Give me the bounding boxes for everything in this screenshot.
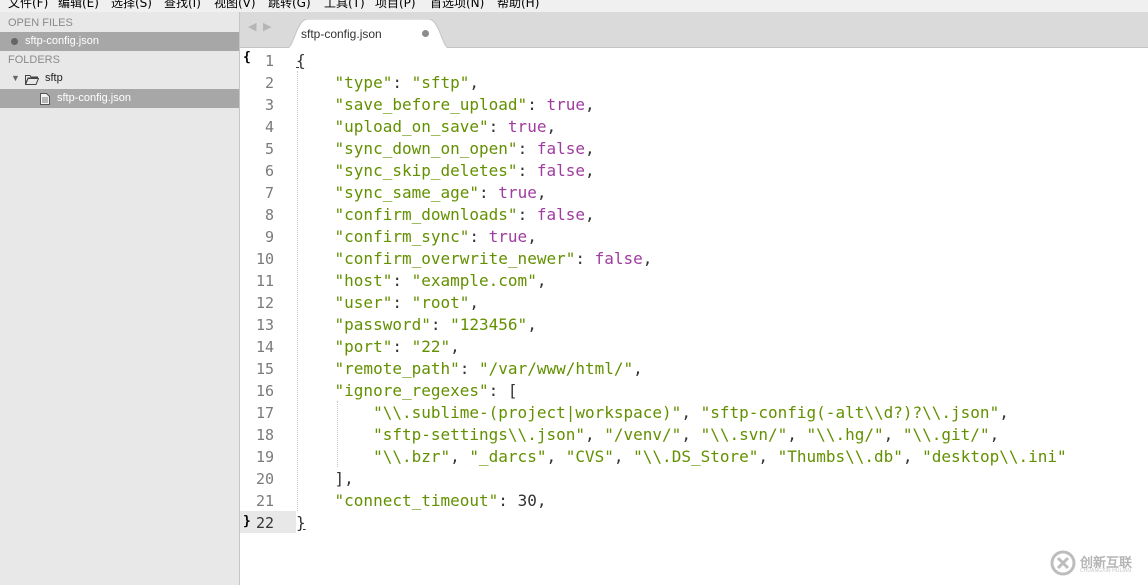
line-number: 13 <box>255 316 274 334</box>
menu-tools[interactable]: 工具(T) <box>324 0 365 9</box>
tab-next-icon[interactable]: ▶ <box>263 20 271 33</box>
code-line[interactable]: "upload_on_save": true, <box>296 116 557 138</box>
folder-item-sftp[interactable]: ▼ sftp <box>0 69 239 88</box>
code-line[interactable]: "confirm_sync": true, <box>296 226 537 248</box>
line-number: 17 <box>255 404 274 422</box>
code-line[interactable]: } <box>296 512 306 534</box>
line-number: 22 <box>255 514 274 532</box>
folder-label: sftp <box>45 72 63 84</box>
line-number: 15 <box>255 360 274 378</box>
menu-preferences[interactable]: 首选项(N) <box>430 0 484 9</box>
code-line[interactable]: "sync_down_on_open": false, <box>296 138 595 160</box>
code-line[interactable]: "port": "22", <box>296 336 460 358</box>
code-line[interactable]: "user": "root", <box>296 292 480 314</box>
line-number: 1 <box>264 52 274 70</box>
code-line[interactable]: "ignore_regexes": [ <box>296 380 518 402</box>
line-number: 20 <box>255 470 274 488</box>
line-number: 16 <box>255 382 274 400</box>
line-number: 4 <box>264 118 274 136</box>
folders-header: FOLDERS <box>8 54 60 66</box>
open-files-header: OPEN FILES <box>8 17 73 29</box>
code-line[interactable]: "sftp-settings\\.json", "/venv/", "\\.sv… <box>296 424 999 446</box>
menu-view[interactable]: 视图(V) <box>214 0 256 9</box>
line-number: 6 <box>264 162 274 180</box>
tab-prev-icon[interactable]: ◀ <box>248 20 256 33</box>
line-number: 3 <box>264 96 274 114</box>
code-line[interactable]: "\\.sublime-(project|workspace)", "sftp-… <box>296 402 1009 424</box>
line-number: 14 <box>255 338 274 356</box>
open-file-item[interactable]: sftp-config.json <box>0 32 239 51</box>
sidebar: OPEN FILES sftp-config.json FOLDERS ▼ sf… <box>0 12 240 585</box>
editor[interactable]: { } 1 2 3 4 5 6 7 8 9 10 11 12 13 14 15 16 17 18 19 20 21 22 … <box>240 48 1148 585</box>
line-number: 21 <box>255 492 274 510</box>
menu-bar: 文件(F) 编辑(E) 选择(S) 查找(I) 视图(V) 跳转(G) 工具(T… <box>0 0 1148 12</box>
line-number: 5 <box>264 140 274 158</box>
watermark: 创新互联 CHUANGXIN HULIAN <box>1048 546 1148 580</box>
watermark-subtext: CHUANGXIN HULIAN <box>1080 568 1132 574</box>
code-line[interactable]: "sync_same_age": true, <box>296 182 547 204</box>
line-number: 10 <box>255 250 274 268</box>
code-line[interactable]: "host": "example.com", <box>296 270 547 292</box>
triangle-down-icon[interactable]: ▼ <box>11 69 20 88</box>
code-line[interactable]: "sync_skip_deletes": false, <box>296 160 595 182</box>
code-line[interactable]: "password": "123456", <box>296 314 537 336</box>
code-line[interactable]: "connect_timeout": 30, <box>296 490 547 512</box>
folder-file-item[interactable]: sftp-config.json <box>0 89 239 108</box>
code-line[interactable]: "\\.bzr", "_darcs", "CVS", "\\.DS_Store"… <box>296 446 1067 468</box>
file-icon <box>40 93 50 112</box>
unsaved-dot-icon[interactable] <box>422 30 429 37</box>
code-line[interactable]: "confirm_overwrite_newer": false, <box>296 248 653 270</box>
open-file-label: sftp-config.json <box>25 35 99 47</box>
line-number: 7 <box>264 184 274 202</box>
menu-edit[interactable]: 编辑(E) <box>58 0 99 9</box>
code-line[interactable]: "confirm_downloads": false, <box>296 204 595 226</box>
folder-file-label: sftp-config.json <box>57 92 131 104</box>
tab-label: sftp-config.json <box>301 27 382 41</box>
watermark-logo-icon <box>1050 550 1076 576</box>
code-line[interactable]: ], <box>296 468 354 490</box>
tab-bar: ◀ ▶ sftp-config.json <box>240 12 1148 49</box>
line-number: 11 <box>255 272 274 290</box>
code-line[interactable]: { <box>296 50 306 72</box>
menu-help[interactable]: 帮助(H) <box>497 0 539 9</box>
menu-select[interactable]: 选择(S) <box>111 0 152 9</box>
line-number: 2 <box>264 74 274 92</box>
line-number: 18 <box>255 426 274 444</box>
menu-find[interactable]: 查找(I) <box>164 0 201 9</box>
line-number: 12 <box>255 294 274 312</box>
code-line[interactable]: "remote_path": "/var/www/html/", <box>296 358 643 380</box>
tab-sftp-config[interactable]: sftp-config.json <box>286 19 450 49</box>
code-line[interactable]: "save_before_upload": true, <box>296 94 595 116</box>
menu-project[interactable]: 项目(P) <box>375 0 416 9</box>
line-number: 19 <box>255 448 274 466</box>
menu-goto[interactable]: 跳转(G) <box>268 0 311 9</box>
unsaved-dot-icon <box>11 38 18 45</box>
menu-file[interactable]: 文件(F) <box>8 0 48 9</box>
line-number: 9 <box>264 228 274 246</box>
code-line[interactable]: "type": "sftp", <box>296 72 480 94</box>
line-number: 8 <box>264 206 274 224</box>
